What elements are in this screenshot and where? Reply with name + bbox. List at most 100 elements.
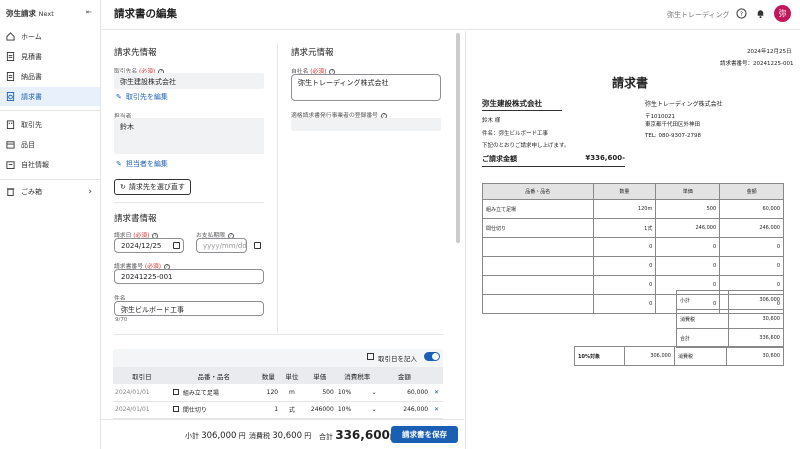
preview-summary-row: 小計 306,000 <box>676 290 784 310</box>
preview-row: 組み立て足場 120m 500 60,000 <box>482 199 784 219</box>
edit-client-link[interactable]: ✎ 取引先を編集 <box>116 92 168 102</box>
preview-row: 間仕切り 1式 246,000 246,000 <box>482 218 784 238</box>
subject-field[interactable]: 弥生ビルボード工事 <box>114 301 264 316</box>
client-field[interactable]: 弥生建設株式会社 <box>114 73 264 89</box>
sidebar-item-trash[interactable]: ごみ箱 › <box>0 182 100 201</box>
company-switcher[interactable]: 弥生トレーディング <box>667 10 730 20</box>
row-qty[interactable]: 120 <box>256 384 281 402</box>
row-price[interactable]: 246000 <box>303 401 336 419</box>
sidebar: 弥生請求 Next ⇤ ホーム 見積書 納品書 請求書 取引先 品目 自社情報 … <box>0 0 101 449</box>
calendar-icon[interactable] <box>173 242 180 249</box>
line-items-panel: 取引日を記入 取引日 品番・品名 数量 単位 単価 消費税率 金額 2024/0… <box>113 349 443 424</box>
row-price[interactable]: 500 <box>303 384 336 402</box>
avatar[interactable]: 弥 <box>774 5 791 22</box>
document-icon <box>6 52 15 61</box>
preview-date: 2024年12月25日 <box>747 49 792 55</box>
row-date[interactable]: 2024/01/01 <box>113 401 171 419</box>
invoice-icon <box>6 92 15 101</box>
col-amount: 金額 <box>378 367 431 384</box>
preview-col-amount: 金額 <box>719 183 784 200</box>
footer-tax: 消費税 30,600 円 <box>249 431 312 441</box>
billing-to-title: 請求先情報 <box>114 48 157 58</box>
delete-row-icon[interactable]: ✕ <box>430 401 443 419</box>
calendar-icon[interactable] <box>254 242 261 249</box>
due-date-field[interactable]: yyyy/mm/dd <box>196 238 247 253</box>
row-unit[interactable]: 式 <box>280 401 304 419</box>
row-date[interactable]: 2024/01/01 <box>113 384 171 402</box>
preview-row: 000 <box>482 237 784 257</box>
calendar-icon <box>172 388 179 395</box>
preview-summary-table: 小計 306,000 消費税 30,600 合計 336,600 <box>676 290 784 348</box>
calendar-icon <box>367 353 374 360</box>
sidebar-item-products[interactable]: 品目 <box>0 135 100 154</box>
record-date-label: 取引日を記入 <box>378 355 417 363</box>
bell-icon[interactable] <box>755 8 766 19</box>
sidebar-divider <box>0 179 100 180</box>
table-row: 2024/01/01 組み立て足場 120 m 500 10% ⌄ 60,000 … <box>113 384 443 402</box>
company-icon <box>6 161 15 169</box>
subject-char-counter: 9/70 <box>115 317 128 323</box>
divider <box>114 202 264 203</box>
col-qty: 数量 <box>256 367 281 384</box>
preview-attn: 鈴木 様 <box>482 118 501 124</box>
app-brand[interactable]: 弥生請求 Next <box>6 8 54 19</box>
own-company-field[interactable]: 弥生トレーディング株式会社 <box>291 74 441 101</box>
sidebar-item-estimates[interactable]: 見積書 <box>0 47 100 66</box>
record-date-toggle[interactable] <box>424 352 440 361</box>
edit-contact-link[interactable]: ✎ 担当者を編集 <box>116 159 168 169</box>
table-header-row: 取引日 品番・品名 数量 単位 単価 消費税率 金額 <box>113 367 443 384</box>
help-icon[interactable]: ? <box>736 8 747 19</box>
preview-col-item: 品番・品名 <box>482 183 594 200</box>
trash-icon <box>6 188 15 196</box>
invoice-info-title: 請求書情報 <box>114 214 157 224</box>
preview-amount: ご請求金額 ¥336,600- <box>482 154 625 167</box>
billing-from-title: 請求元情報 <box>291 48 334 58</box>
contact-field[interactable]: 鈴木 <box>114 118 264 154</box>
row-tax[interactable]: 10% ⌄ <box>335 401 379 419</box>
form-scrollbar[interactable] <box>456 33 460 243</box>
invoice-number-field[interactable]: 20241225-001 <box>114 269 264 284</box>
home-icon <box>6 32 15 41</box>
sidebar-item-company[interactable]: 自社情報 <box>0 155 100 174</box>
col-item: 品番・品名 <box>170 367 257 384</box>
totals-footer: 小計 306,000 円 消費税 30,600 円 合計 336,600円 請求… <box>101 419 464 449</box>
document-icon <box>6 72 15 81</box>
row-unit[interactable]: m <box>280 384 304 402</box>
preview-client: 弥生建設株式会社 <box>482 98 562 111</box>
sidebar-item-invoices[interactable]: 請求書 <box>0 87 100 106</box>
line-items-table: 取引日 品番・品名 数量 単位 単価 消費税率 金額 2024/01/01 組み… <box>113 367 443 419</box>
row-item[interactable]: 組み立て足場 <box>170 384 257 402</box>
table-row: 2024/01/01 間仕切り 1 式 246000 10% ⌄ 246,000 … <box>113 401 443 419</box>
invoice-preview: 2024年12月25日 請求書番号：20241225-001 請求書 弥生建設株… <box>465 31 800 449</box>
row-amount: 60,000 <box>378 384 431 402</box>
calendar-icon <box>172 406 179 412</box>
collapse-sidebar-icon[interactable]: ⇤ <box>86 8 92 16</box>
pencil-icon: ✎ <box>116 93 122 101</box>
sidebar-item-delivery[interactable]: 納品書 <box>0 67 100 86</box>
preview-summary-row: 合計 336,600 <box>676 328 784 348</box>
refresh-icon: ↻ <box>120 183 126 191</box>
row-item[interactable]: 間仕切り <box>170 401 257 419</box>
sidebar-divider <box>0 110 100 111</box>
invoice-form: 請求先情報 取引先名 (必須) ? 弥生建設株式会社 ✎ 取引先を編集 担当者 鈴… <box>101 31 464 449</box>
preview-subject: 件名：弥生ビルボード工事 <box>482 131 549 137</box>
svg-text:?: ? <box>740 10 743 18</box>
save-invoice-button[interactable]: 請求書を保存 <box>391 426 458 443</box>
delete-row-icon[interactable]: ✕ <box>430 384 443 402</box>
col-tax: 消費税率 <box>335 367 379 384</box>
preview-col-price: 単価 <box>655 183 721 200</box>
row-tax[interactable]: 10% ⌄ <box>335 384 379 402</box>
sidebar-item-clients[interactable]: 取引先 <box>0 115 100 134</box>
preview-row: 000 <box>482 256 784 276</box>
registration-number-field[interactable] <box>291 118 441 131</box>
box-icon <box>6 141 15 149</box>
pencil-icon: ✎ <box>116 160 122 168</box>
preview-summary-row: 消費税 30,600 <box>676 309 784 329</box>
sidebar-item-home[interactable]: ホーム <box>0 27 100 46</box>
row-qty[interactable]: 1 <box>256 401 281 419</box>
top-header: 請求書の編集 弥生トレーディング ? 弥 <box>101 0 800 30</box>
reselect-client-button[interactable]: ↻ 請求先を選び直す <box>114 179 191 195</box>
preview-tax-breakdown: 10%対象 306,000 消費税 30,600 <box>574 346 784 366</box>
preview-note: 下記のとおりご請求申し上げます。 <box>482 143 570 149</box>
column-divider <box>277 43 278 333</box>
